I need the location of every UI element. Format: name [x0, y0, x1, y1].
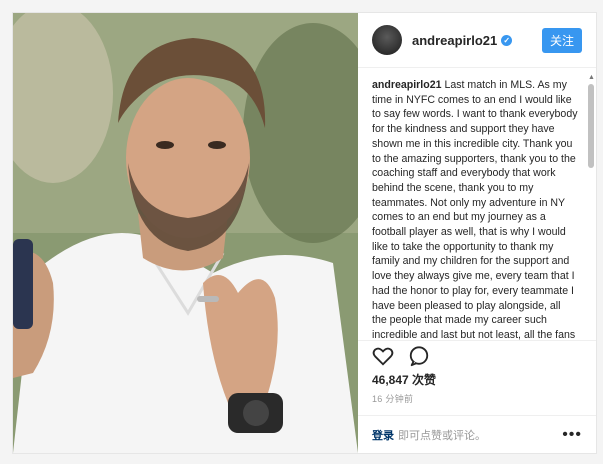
comment-prompt: 即可点赞或评论。: [398, 429, 486, 442]
heart-icon[interactable]: [372, 345, 394, 367]
caption: andreapirlo21 Last match in MLS. As my t…: [358, 68, 596, 341]
post-sidebar: andreapirlo21 ✓ 关注 andreapirlo21 Last ma…: [358, 13, 596, 453]
post-header: andreapirlo21 ✓ 关注: [358, 13, 596, 68]
instagram-post-card: andreapirlo21 ✓ 关注 andreapirlo21 Last ma…: [12, 12, 597, 454]
caption-username[interactable]: andreapirlo21: [372, 79, 441, 91]
follow-button[interactable]: 关注: [541, 27, 582, 53]
man-portrait-illustration: [13, 13, 358, 453]
scroll-up-arrow-icon[interactable]: ▲: [588, 74, 595, 82]
caption-scroll-area[interactable]: andreapirlo21 Last match in MLS. As my t…: [358, 68, 596, 341]
post-timestamp: 16 分钟前: [372, 394, 414, 404]
comment-icon[interactable]: [408, 345, 430, 367]
more-options-button[interactable]: •••: [562, 426, 582, 444]
like-count[interactable]: 46,847 次赞: [358, 371, 596, 388]
post-photo[interactable]: [13, 13, 358, 453]
scroll-thumb[interactable]: [588, 84, 594, 168]
action-bar: [358, 341, 596, 371]
scrollbar[interactable]: ▲: [588, 74, 595, 334]
avatar[interactable]: [372, 25, 402, 55]
username[interactable]: andreapirlo21: [412, 33, 497, 48]
comment-bar: 登录 即可点赞或评论。 •••: [358, 415, 596, 453]
verified-badge-icon: ✓: [501, 34, 513, 46]
login-link[interactable]: 登录: [372, 427, 394, 443]
caption-text: Last match in MLS. As my time in NYFC co…: [372, 79, 578, 341]
